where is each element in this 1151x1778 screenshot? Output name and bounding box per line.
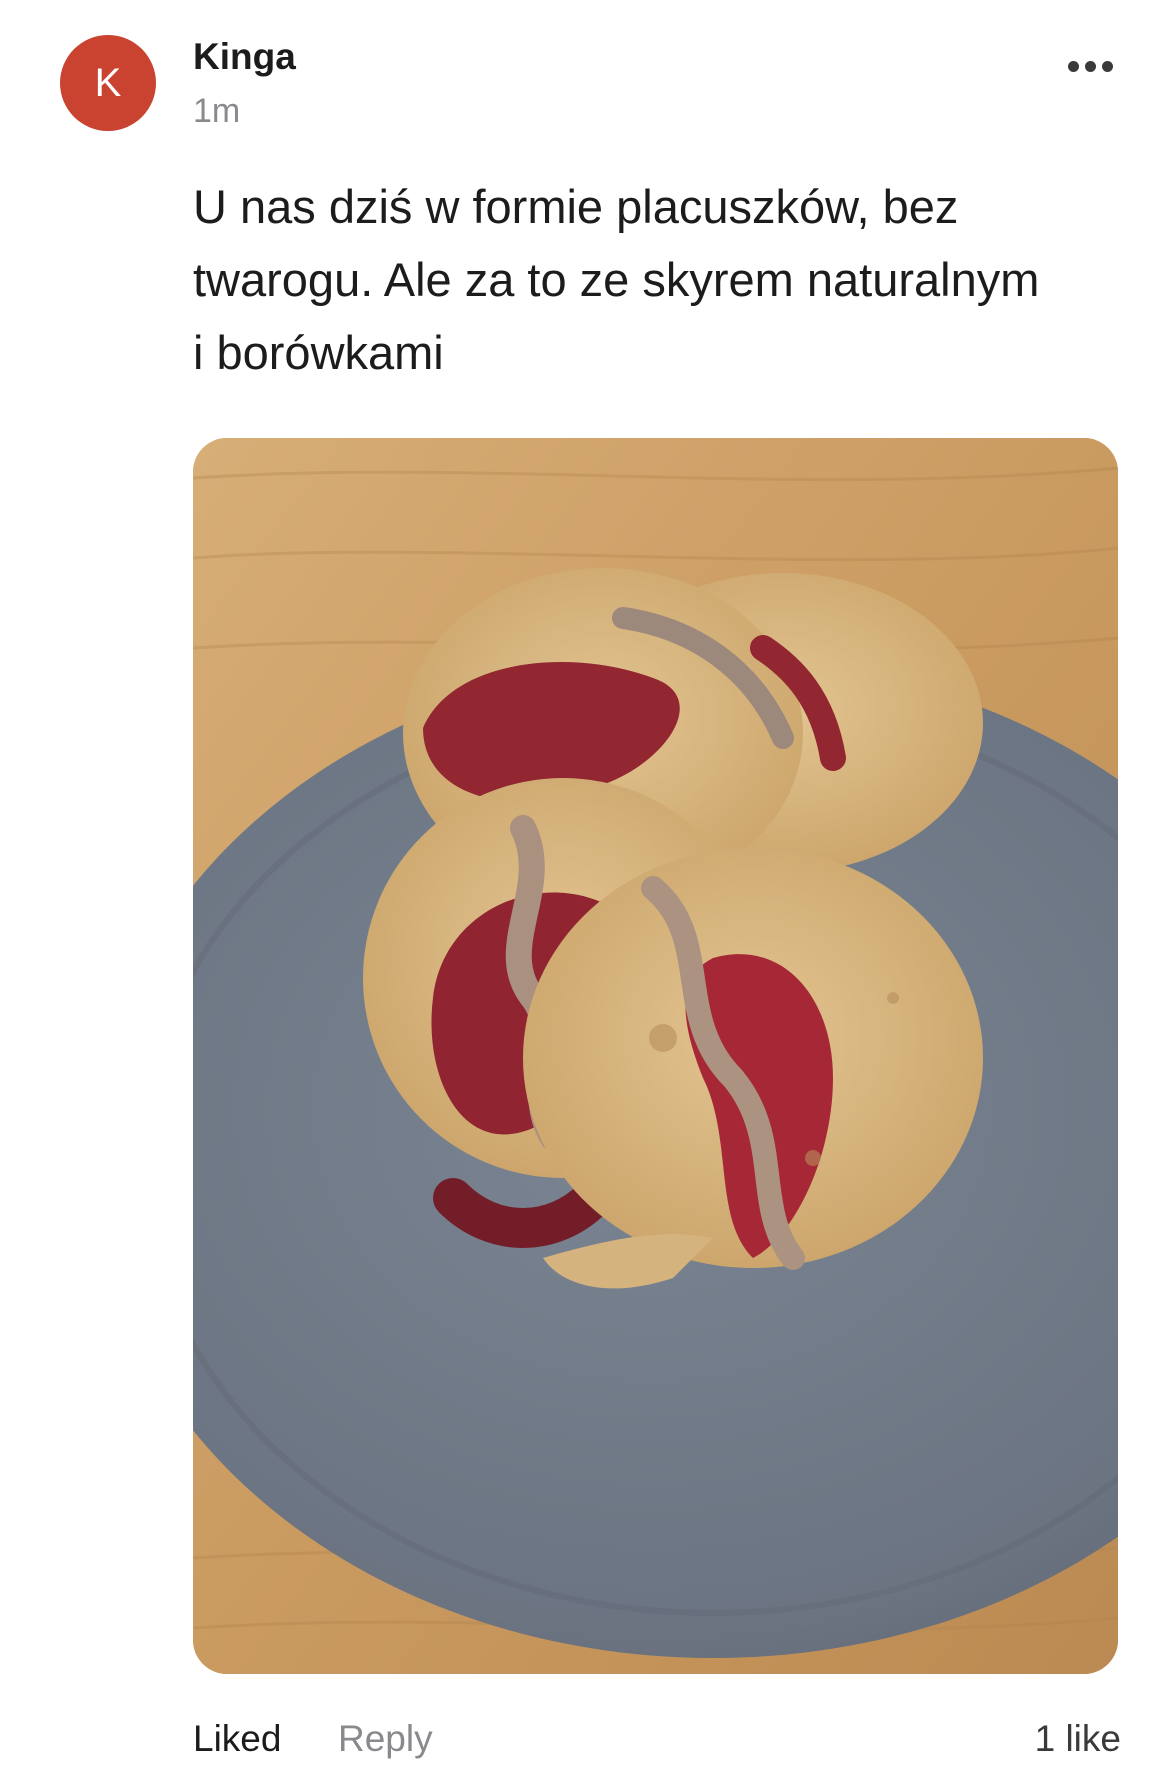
author-avatar[interactable]: K	[60, 35, 156, 131]
more-dot	[1067, 60, 1079, 72]
food-photo-illustration	[193, 438, 1118, 1674]
liked-button[interactable]: Liked	[193, 1718, 281, 1760]
post-text: U nas dziś w formie placuszków, bez twar…	[193, 180, 1040, 379]
reply-button[interactable]: Reply	[338, 1718, 433, 1760]
avatar-initial: K	[94, 60, 122, 105]
more-dot	[1084, 60, 1096, 72]
post-actions: Liked Reply 1 like	[0, 1718, 1151, 1778]
post-timestamp[interactable]: 1m	[193, 92, 240, 131]
post-photo[interactable]	[193, 438, 1118, 1674]
more-dot	[1101, 60, 1113, 72]
like-count[interactable]: 1 like	[1035, 1718, 1121, 1760]
author-name[interactable]: Kinga	[193, 36, 296, 78]
more-options-icon[interactable]	[1060, 46, 1120, 86]
